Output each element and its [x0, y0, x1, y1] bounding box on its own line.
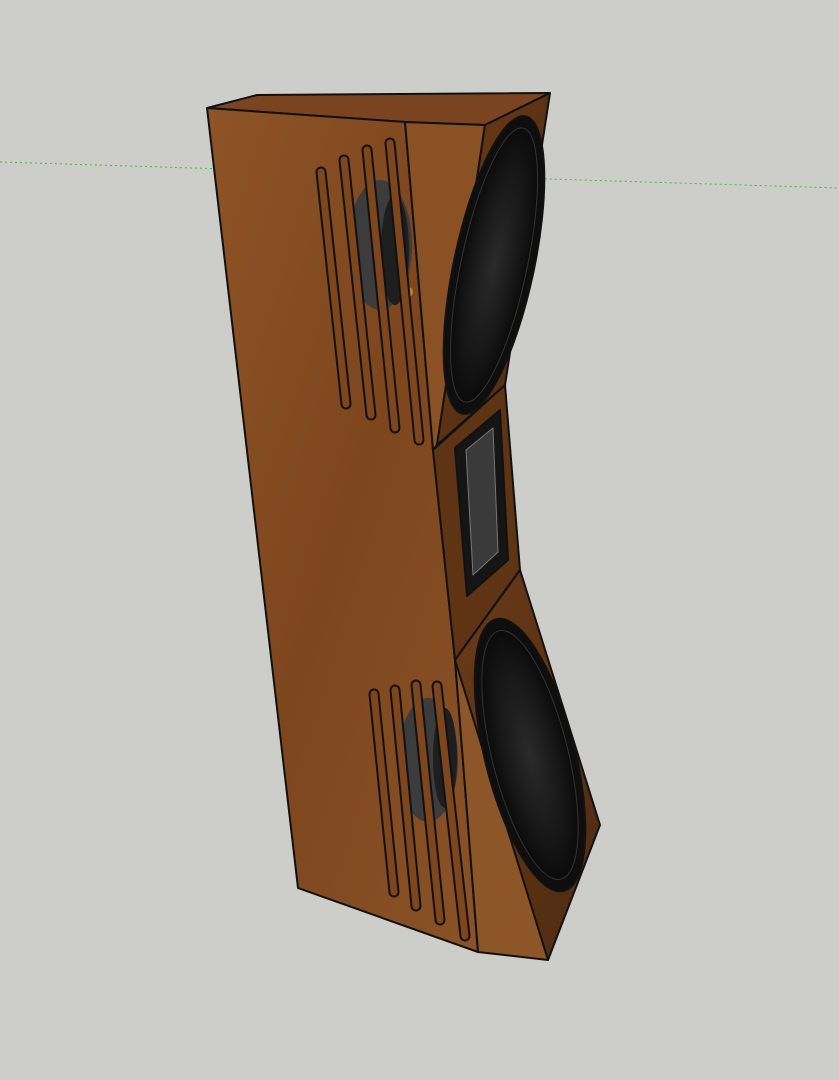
- 3d-viewport[interactable]: [0, 0, 839, 1080]
- speaker-model[interactable]: [206, 92, 608, 961]
